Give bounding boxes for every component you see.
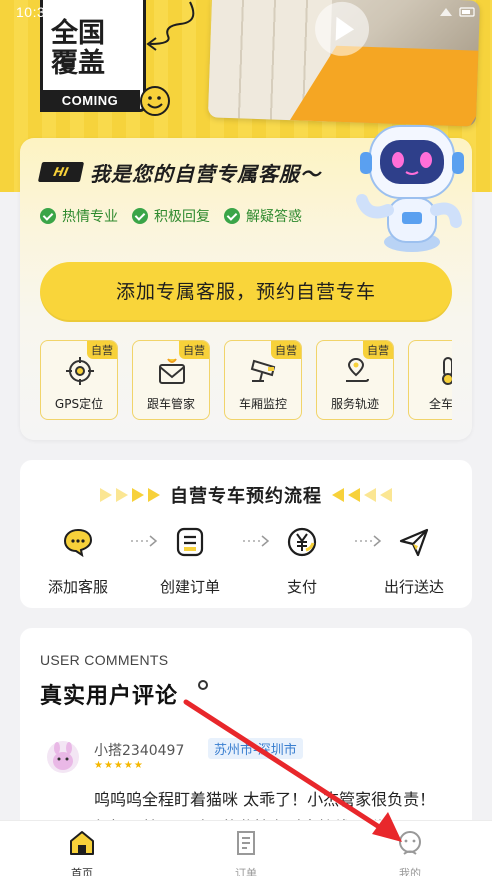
promo-headline-line2: 覆盖: [51, 48, 105, 79]
chat-icon: [63, 528, 93, 558]
gps-icon: [66, 357, 94, 385]
decor-triangle: [364, 488, 376, 502]
process-card: 自营专车预约流程 添加客服 创建订单 支付 出行送达: [20, 460, 472, 608]
feature-item: 热情专业: [40, 206, 118, 226]
thermometer-icon: [442, 357, 452, 385]
step-label: 支付: [286, 578, 317, 596]
process-header: 自营专车预约流程: [20, 482, 472, 508]
hi-badge: HI: [37, 162, 85, 182]
tool-label: 车厢监控: [238, 397, 287, 411]
status-bar-time: 10:35: [16, 4, 54, 20]
feature-item: 积极回复: [132, 206, 210, 226]
robot-mascot-icon: [356, 125, 464, 252]
promo-headline-line1: 全国: [51, 18, 105, 49]
feature-item: 解疑答惑: [224, 206, 302, 226]
decor-ring-icon: [198, 680, 208, 690]
tool-temperature[interactable]: 自营 全车温: [408, 340, 452, 420]
step-deliver[interactable]: 出行送达: [370, 526, 458, 597]
comment-stars: ★★★★★: [94, 760, 144, 771]
status-bar-icons: [440, 7, 475, 17]
tab-label: 订单: [235, 867, 257, 876]
service-card: HI 我是您的自营专属客服～ 热情专业 积极回复 解疑答惑 添加专属客服，预约自…: [20, 125, 472, 440]
step-pay[interactable]: 支付: [258, 526, 382, 597]
paper-plane-icon: [399, 528, 429, 557]
tab-orders[interactable]: 订单: [164, 821, 328, 876]
step-label: 创建订单: [159, 578, 220, 596]
step-label: 添加客服: [47, 578, 108, 596]
order-icon: [176, 527, 204, 557]
comments-eyebrow: USER COMMENTS: [40, 652, 169, 668]
decor-arrows-right: [332, 488, 392, 502]
process-title: 自营专车预约流程: [170, 486, 322, 507]
yuan-icon: [287, 527, 317, 557]
smiley-icon: [140, 86, 170, 116]
step-label: 出行送达: [383, 578, 444, 596]
decor-triangle: [132, 488, 144, 502]
tool-strip[interactable]: 自营 GPS定位 自营 跟车管家 自营 车厢监控 自营 服务轨迹 全车: [40, 340, 452, 422]
decor-triangle: [148, 488, 160, 502]
tool-route[interactable]: 自营 服务轨迹: [316, 340, 394, 420]
add-service-button[interactable]: 添加专属客服，预约自营专车: [40, 262, 452, 322]
tool-escort[interactable]: 自营 跟车管家: [132, 340, 210, 420]
decor-triangle: [100, 488, 112, 502]
tab-home[interactable]: 首页: [0, 821, 164, 876]
tool-label: 跟车管家: [146, 397, 195, 411]
tool-label: 服务轨迹: [330, 397, 379, 411]
video-thumbnail[interactable]: [207, 0, 481, 127]
promo-headline: 全国 覆盖: [51, 19, 143, 79]
decor-triangle: [348, 488, 360, 502]
tab-label: 我的: [399, 867, 421, 876]
decor-triangle: [332, 488, 344, 502]
order-list-icon: [237, 831, 255, 855]
tab-label: 首页: [71, 867, 93, 876]
promo-coming-label: COMING: [40, 90, 140, 112]
decor-arrows-left: [100, 488, 160, 502]
profile-icon: [399, 831, 421, 855]
comment-username: 小搭2340497: [94, 743, 185, 759]
step-add-service[interactable]: 添加客服: [34, 526, 158, 597]
tool-strip-inner: 自营 GPS定位 自营 跟车管家 自营 车厢监控 自营 服务轨迹 全车: [40, 340, 452, 420]
tool-camera[interactable]: 自营 车厢监控: [224, 340, 302, 420]
envelope-gift-icon: [159, 358, 185, 384]
tab-profile[interactable]: 我的: [328, 821, 492, 876]
feature-label: 热情专业: [62, 209, 118, 225]
doodle-arrow-icon: [146, 1, 195, 51]
feature-list: 热情专业 积极回复 解疑答惑: [40, 206, 302, 226]
step-create-order[interactable]: 创建订单: [146, 526, 270, 597]
comments-title: 真实用户评论: [40, 684, 179, 709]
bottom-tab-bar: 首页 订单 我的: [0, 820, 492, 876]
decor-triangle: [116, 488, 128, 502]
comment-route-badge: 苏州市-深圳市: [208, 738, 303, 759]
tool-gps[interactable]: 自营 GPS定位: [40, 340, 118, 420]
avatar: [47, 741, 79, 773]
feature-label: 解疑答惑: [246, 209, 302, 225]
decor-triangle: [380, 488, 392, 502]
service-title: 我是您的自营专属客服～: [90, 162, 321, 186]
home-icon: [70, 831, 94, 855]
route-icon: [346, 357, 369, 382]
process-steps: 添加客服 创建订单 支付 出行送达: [20, 526, 472, 597]
tool-label: GPS定位: [54, 397, 104, 411]
camera-icon: [250, 359, 276, 382]
feature-label: 积极回复: [154, 209, 210, 225]
check-icon: [40, 208, 56, 224]
check-icon: [224, 208, 240, 224]
tool-label: 全车温: [428, 397, 452, 411]
check-icon: [132, 208, 148, 224]
